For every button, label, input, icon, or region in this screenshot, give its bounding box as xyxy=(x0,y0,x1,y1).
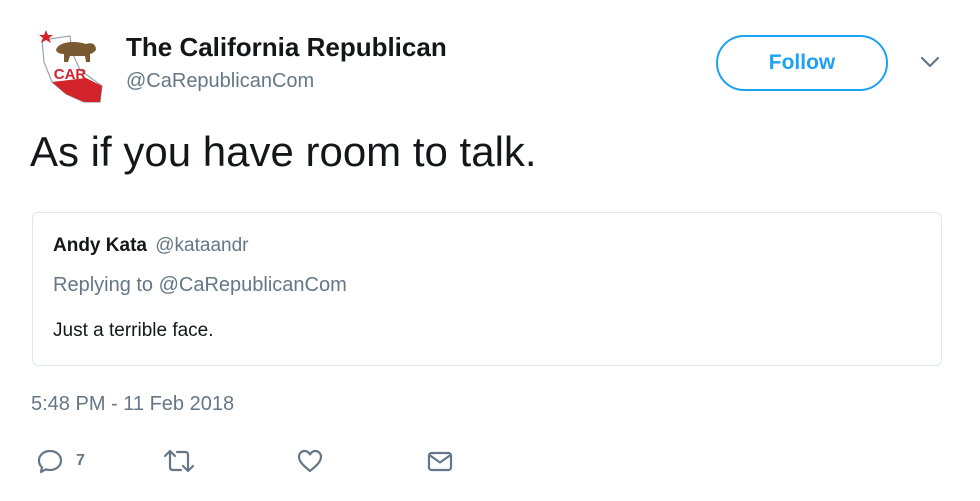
reply-count: 7 xyxy=(76,452,85,469)
reply-icon xyxy=(36,447,64,475)
avatar[interactable]: CAR xyxy=(30,22,108,104)
chevron-down-icon xyxy=(920,55,940,73)
reply-button[interactable]: 7 xyxy=(36,446,85,476)
direct-message-icon xyxy=(426,447,454,475)
follow-button[interactable]: Follow xyxy=(716,35,888,91)
direct-message-button[interactable] xyxy=(426,446,454,476)
author-display-name[interactable]: The California Republican xyxy=(126,32,447,63)
quoted-author-name: Andy Kata xyxy=(53,235,147,256)
quoted-tweet[interactable]: Andy Kata @kataandr Replying to @CaRepub… xyxy=(32,212,942,366)
like-icon xyxy=(296,447,324,475)
tweet-text: As if you have room to talk. xyxy=(30,128,537,175)
avatar-text: CAR xyxy=(54,66,87,83)
like-button[interactable] xyxy=(296,446,324,476)
retweet-icon xyxy=(163,447,195,475)
author-handle[interactable]: @CaRepublicanCom xyxy=(126,70,314,93)
tweet-menu-caret[interactable] xyxy=(914,52,946,76)
quoted-author-handle: @kataandr xyxy=(155,235,249,256)
tweet-timestamp[interactable]: 5:48 PM - 11 Feb 2018 xyxy=(31,393,234,416)
retweet-button[interactable] xyxy=(163,446,195,476)
quoted-replying-to: Replying to @CaRepublicanCom xyxy=(53,274,347,296)
quoted-tweet-text: Just a terrible face. xyxy=(53,320,214,341)
quoted-tweet-author: Andy Kata @kataandr xyxy=(53,235,248,257)
